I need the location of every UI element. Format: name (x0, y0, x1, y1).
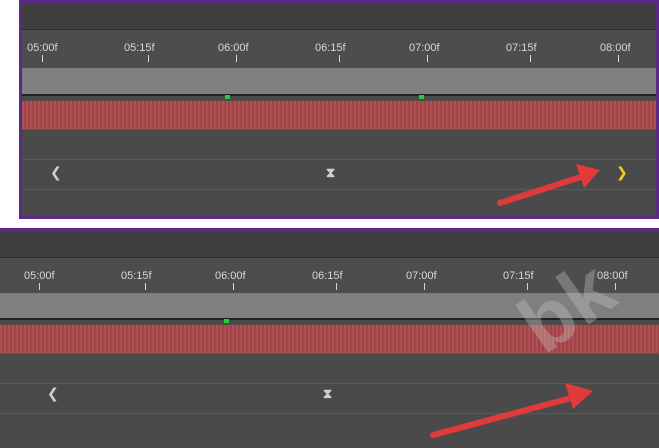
time-tick: 05:00f (27, 42, 58, 54)
prev-keyframe-icon[interactable]: ❮ (50, 166, 62, 180)
keyframe-marker[interactable] (419, 95, 424, 99)
time-tick: 08:00f (600, 42, 631, 54)
next-keyframe-icon[interactable]: ❯ (616, 166, 628, 180)
time-tick: 05:00f (24, 270, 55, 282)
tick-mark (427, 55, 428, 62)
tick-mark (236, 55, 237, 62)
tick-mark (618, 55, 619, 62)
time-tick: 07:15f (506, 42, 537, 54)
tick-mark (148, 55, 149, 62)
tick-mark (336, 283, 337, 290)
keyframe-hourglass-icon[interactable]: ⧗ (326, 167, 335, 181)
timeline-panel-after: 05:00f 05:15f 06:00f 06:15f 07:00f 07:15… (0, 228, 659, 448)
keyframe-hourglass-icon[interactable]: ⧗ (323, 388, 332, 402)
time-tick: 07:00f (406, 270, 437, 282)
work-area-bar[interactable] (22, 68, 656, 95)
tick-mark (339, 55, 340, 62)
tick-mark (615, 283, 616, 290)
tick-mark (39, 283, 40, 290)
time-ruler[interactable]: 05:00f 05:15f 06:00f 06:15f 07:00f 07:15… (22, 30, 656, 68)
time-tick: 05:15f (124, 42, 155, 54)
time-tick: 07:00f (409, 42, 440, 54)
keyframe-marker[interactable] (225, 95, 230, 99)
keyframe-marker[interactable] (224, 319, 229, 323)
prev-keyframe-icon[interactable]: ❮ (47, 387, 59, 401)
tick-mark (42, 55, 43, 62)
property-lane (22, 129, 656, 160)
callout-arrow-icon (430, 383, 593, 438)
time-tick: 06:00f (215, 270, 246, 282)
keyframe-line (22, 94, 656, 96)
timeline-header-strip (22, 3, 656, 30)
layer-duration-bar[interactable] (22, 101, 656, 129)
tick-mark (233, 283, 234, 290)
time-tick: 06:15f (312, 270, 343, 282)
timeline-panel-before: 05:00f 05:15f 06:00f 06:15f 07:00f 07:15… (19, 0, 659, 219)
tick-mark (530, 55, 531, 62)
callout-arrow-icon (497, 164, 600, 206)
time-tick: 06:15f (315, 42, 346, 54)
time-tick: 05:15f (121, 270, 152, 282)
tick-mark (424, 283, 425, 290)
time-tick: 06:00f (218, 42, 249, 54)
tick-mark (145, 283, 146, 290)
